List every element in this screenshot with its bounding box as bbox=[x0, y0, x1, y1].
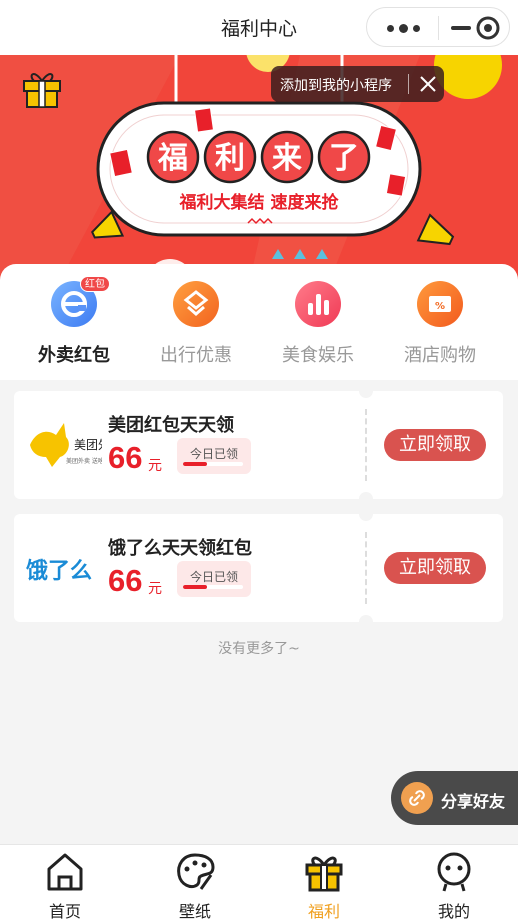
gift-icon bbox=[305, 856, 343, 892]
hotel-icon: % bbox=[417, 281, 463, 327]
coupon-name: 美团红包天天领 bbox=[108, 415, 234, 436]
meituan-logo: 美团外卖 美团外卖 送啥都快 bbox=[26, 415, 122, 475]
headline-char: 福 bbox=[157, 141, 188, 176]
coupon-unit: 元 bbox=[148, 581, 162, 597]
coupon-unit: 元 bbox=[148, 458, 162, 474]
tabbar-label: 壁纸 bbox=[178, 902, 211, 920]
svg-text:%: % bbox=[435, 301, 445, 312]
share-friends-button[interactable]: 分享好友 bbox=[391, 771, 518, 825]
tabbar-item-home[interactable]: 首页 bbox=[0, 845, 130, 920]
close-tip-button[interactable] bbox=[417, 73, 439, 95]
claim-button[interactable]: 立即领取 bbox=[384, 429, 486, 461]
tab-hotel-shopping[interactable]: % 酒店购物 bbox=[380, 281, 500, 371]
claim-status-text: 今日已领 bbox=[189, 447, 238, 461]
coupon-name: 饿了么天天领红包 bbox=[108, 538, 252, 559]
travel-icon bbox=[173, 281, 219, 327]
more-options-button[interactable] bbox=[381, 8, 427, 48]
logo-text: 饿了么 bbox=[26, 558, 92, 584]
claim-progress-fill bbox=[183, 462, 207, 466]
headline-char: 来 bbox=[272, 141, 302, 176]
tabbar-label: 福利 bbox=[307, 902, 340, 920]
headline-char: 利 bbox=[215, 141, 245, 176]
target-icon bbox=[476, 16, 500, 40]
red-packet-badge: 红包 bbox=[80, 276, 110, 292]
tabbar-label: 我的 bbox=[437, 902, 470, 920]
tab-label: 酒店购物 bbox=[404, 345, 476, 366]
tabbar-item-welfare[interactable]: 福利 bbox=[259, 845, 389, 920]
claim-progress-bar bbox=[183, 585, 243, 589]
palette-icon bbox=[177, 853, 215, 890]
end-of-list-text: 没有更多了~ bbox=[218, 641, 300, 657]
dot bbox=[399, 24, 408, 33]
claim-status-text: 今日已领 bbox=[189, 570, 238, 584]
bottom-tab-bar: 首页 壁纸 福利 我的 bbox=[0, 844, 518, 920]
tab-travel-deals[interactable]: 出行优惠 bbox=[136, 281, 256, 371]
category-tabs: 红包 外卖红包 出行优惠 美食娱乐 % 酒店购物 bbox=[0, 264, 518, 380]
claim-status: 今日已领 bbox=[177, 561, 251, 597]
divider bbox=[365, 532, 367, 604]
dot bbox=[413, 25, 420, 32]
card-notch bbox=[359, 492, 373, 506]
add-to-my-programs-tip[interactable]: 添加到我的小程序 bbox=[271, 66, 444, 102]
claim-progress-bar bbox=[183, 462, 243, 466]
claim-status: 今日已领 bbox=[177, 438, 251, 474]
card-notch bbox=[359, 384, 373, 398]
coupon-amount: 66 bbox=[108, 563, 143, 598]
tabbar-item-wallpaper[interactable]: 壁纸 bbox=[130, 845, 260, 920]
home-icon bbox=[47, 853, 83, 891]
mini-program-capsule bbox=[366, 7, 510, 47]
add-tip-text: 添加到我的小程序 bbox=[280, 78, 392, 94]
nav-bar: 福利中心 bbox=[0, 0, 518, 55]
claim-button[interactable]: 立即领取 bbox=[384, 552, 486, 584]
coupon-card: 美团外卖 美团外卖 送啥都快 美团红包天天领 66 元 今日已领 立即领取 bbox=[14, 384, 503, 506]
card-notch bbox=[359, 615, 373, 629]
banner-subheadline: 福利大集结 速度来抢 bbox=[179, 192, 340, 213]
eleme-logo: 饿了么 bbox=[25, 538, 102, 598]
dot bbox=[387, 25, 394, 32]
logo-subtext: 美团外卖 送啥都快 bbox=[66, 457, 102, 465]
card-notch bbox=[359, 507, 373, 521]
minus-icon bbox=[451, 26, 471, 30]
close-program-button[interactable] bbox=[472, 8, 506, 48]
close-icon bbox=[420, 76, 436, 92]
logo-text: 美团外卖 bbox=[74, 438, 102, 452]
minimize-button[interactable] bbox=[451, 8, 471, 48]
headline-char: 了 bbox=[329, 141, 359, 176]
tab-label: 外卖红包 bbox=[38, 345, 110, 366]
coupon-amount: 66 bbox=[108, 440, 143, 475]
divider bbox=[438, 16, 439, 40]
user-icon bbox=[437, 852, 471, 892]
divider bbox=[365, 409, 367, 481]
tabbar-item-mine[interactable]: 我的 bbox=[389, 845, 518, 920]
tab-label: 美食娱乐 bbox=[282, 345, 354, 366]
share-icon bbox=[401, 782, 433, 814]
food-icon bbox=[295, 281, 341, 327]
tab-label: 出行优惠 bbox=[160, 345, 232, 366]
tab-takeout-coupons[interactable]: 红包 外卖红包 bbox=[14, 276, 134, 371]
tabbar-label: 首页 bbox=[48, 902, 81, 920]
divider bbox=[408, 74, 409, 94]
claim-progress-fill bbox=[183, 585, 207, 589]
gift-icon[interactable] bbox=[22, 67, 62, 109]
coupon-card: 饿了么 饿了么天天领红包 66 元 今日已领 立即领取 bbox=[14, 507, 503, 629]
tab-food-entertainment[interactable]: 美食娱乐 bbox=[258, 281, 378, 371]
share-label: 分享好友 bbox=[441, 792, 506, 811]
